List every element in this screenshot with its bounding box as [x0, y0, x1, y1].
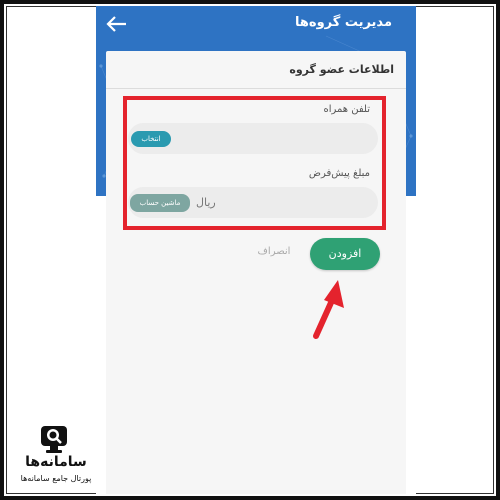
cancel-button[interactable]: انصراف — [254, 246, 294, 262]
brand-logo: سامانه‌ها پورتال جامع سامانه‌ها — [16, 424, 96, 490]
back-arrow-svg — [106, 16, 126, 32]
app-bar-row: مدیریت گروه‌ها — [96, 6, 416, 42]
logo-subtitle: پورتال جامع سامانه‌ها — [20, 474, 92, 483]
page-title: مدیریت گروه‌ها — [295, 15, 392, 30]
pointer-arrow-icon — [313, 280, 344, 339]
currency-unit: ریال — [196, 196, 216, 209]
back-arrow-icon[interactable] — [104, 12, 130, 36]
calculator-button[interactable]: ماشین حساب — [130, 194, 190, 212]
amount-label: مبلغ پیش‌فرض — [308, 168, 370, 179]
card-title: اطلاعات عضو گروه — [289, 63, 394, 76]
card-header: اطلاعات عضو گروه — [106, 51, 406, 89]
phone-label: تلفن همراه — [323, 104, 370, 115]
add-button[interactable]: افزودن — [310, 238, 380, 270]
logo-name: سامانه‌ها — [25, 454, 87, 470]
select-contact-button[interactable]: انتخاب — [131, 131, 171, 147]
monitor-search-icon — [41, 426, 67, 453]
